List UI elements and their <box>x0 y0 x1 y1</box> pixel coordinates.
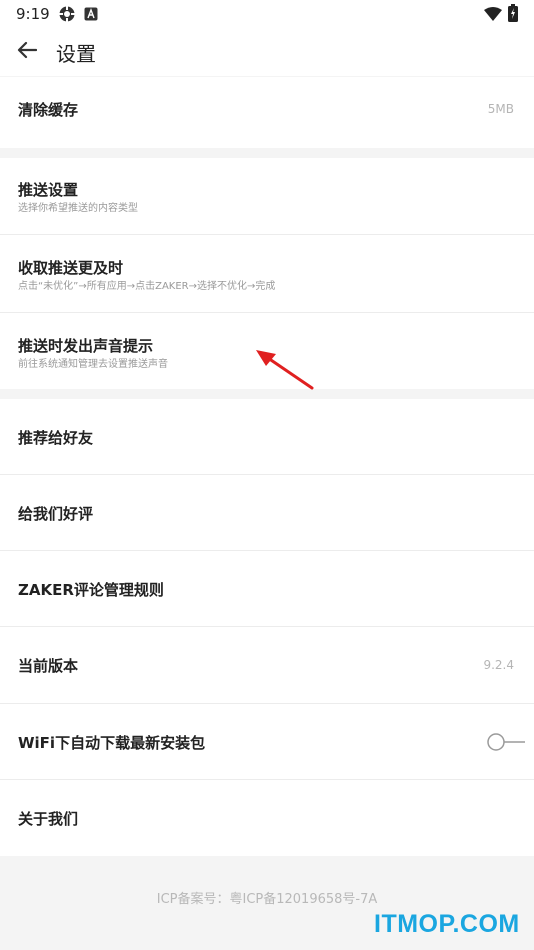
watermark-logo: ITMOP.COM <box>374 910 520 938</box>
status-bar: 9:19 <box>0 0 534 28</box>
icp-record-text: ICP备案号：粤ICP备12019658号-7A <box>156 892 378 907</box>
wifi-auto-download-toggle[interactable] <box>486 732 526 752</box>
push-settings-item[interactable]: 推送设置 选择你希望推送的内容类型 <box>0 158 534 235</box>
version-value: 9.2.4 <box>483 658 514 672</box>
about-us-label: 关于我们 <box>18 810 79 828</box>
settings-app-icon <box>58 5 76 27</box>
cache-size-value: 5MB <box>487 102 514 116</box>
page-title: 设置 <box>56 42 96 66</box>
red-arrow-annotation-icon <box>250 344 320 394</box>
current-version-label: 当前版本 <box>18 657 79 675</box>
recommend-to-friends-item[interactable]: 推荐给好友 <box>0 399 534 475</box>
push-sound-subtitle: 前往系统通知管理去设置推送声音 <box>18 359 168 370</box>
push-timely-item[interactable]: 收取推送更及时 点击“未优化”→所有应用→点击ZAKER→选择不优化→完成 <box>0 235 534 313</box>
push-settings-subtitle: 选择你希望推送的内容类型 <box>18 203 138 214</box>
push-timely-label: 收取推送更及时 <box>18 259 124 277</box>
back-button[interactable] <box>10 36 44 68</box>
recommend-label: 推荐给好友 <box>18 429 94 447</box>
app-bar: 设置 <box>0 28 534 76</box>
comment-rules-label: ZAKER评论管理规则 <box>18 581 164 599</box>
clear-cache-label: 清除缓存 <box>18 101 79 119</box>
wifi-auto-download-item: WiFi下自动下载最新安装包 <box>0 704 534 780</box>
arrow-left-icon <box>17 41 38 63</box>
push-settings-label: 推送设置 <box>18 181 79 199</box>
about-us-item[interactable]: 关于我们 <box>0 780 534 856</box>
comment-rules-item[interactable]: ZAKER评论管理规则 <box>0 551 534 627</box>
rate-us-item[interactable]: 给我们好评 <box>0 475 534 551</box>
clear-cache-item[interactable]: 清除缓存 5MB <box>0 77 534 148</box>
push-timely-subtitle: 点击“未优化”→所有应用→点击ZAKER→选择不优化→完成 <box>18 281 276 292</box>
current-version-item[interactable]: 当前版本 9.2.4 <box>0 627 534 704</box>
wifi-icon <box>484 6 502 25</box>
push-sound-label: 推送时发出声音提示 <box>18 337 154 355</box>
android-a-icon <box>84 6 98 25</box>
wifi-auto-download-label: WiFi下自动下载最新安装包 <box>18 734 206 752</box>
rate-us-label: 给我们好评 <box>18 505 94 523</box>
battery-charging-icon <box>508 4 518 26</box>
status-time: 9:19 <box>16 5 50 23</box>
